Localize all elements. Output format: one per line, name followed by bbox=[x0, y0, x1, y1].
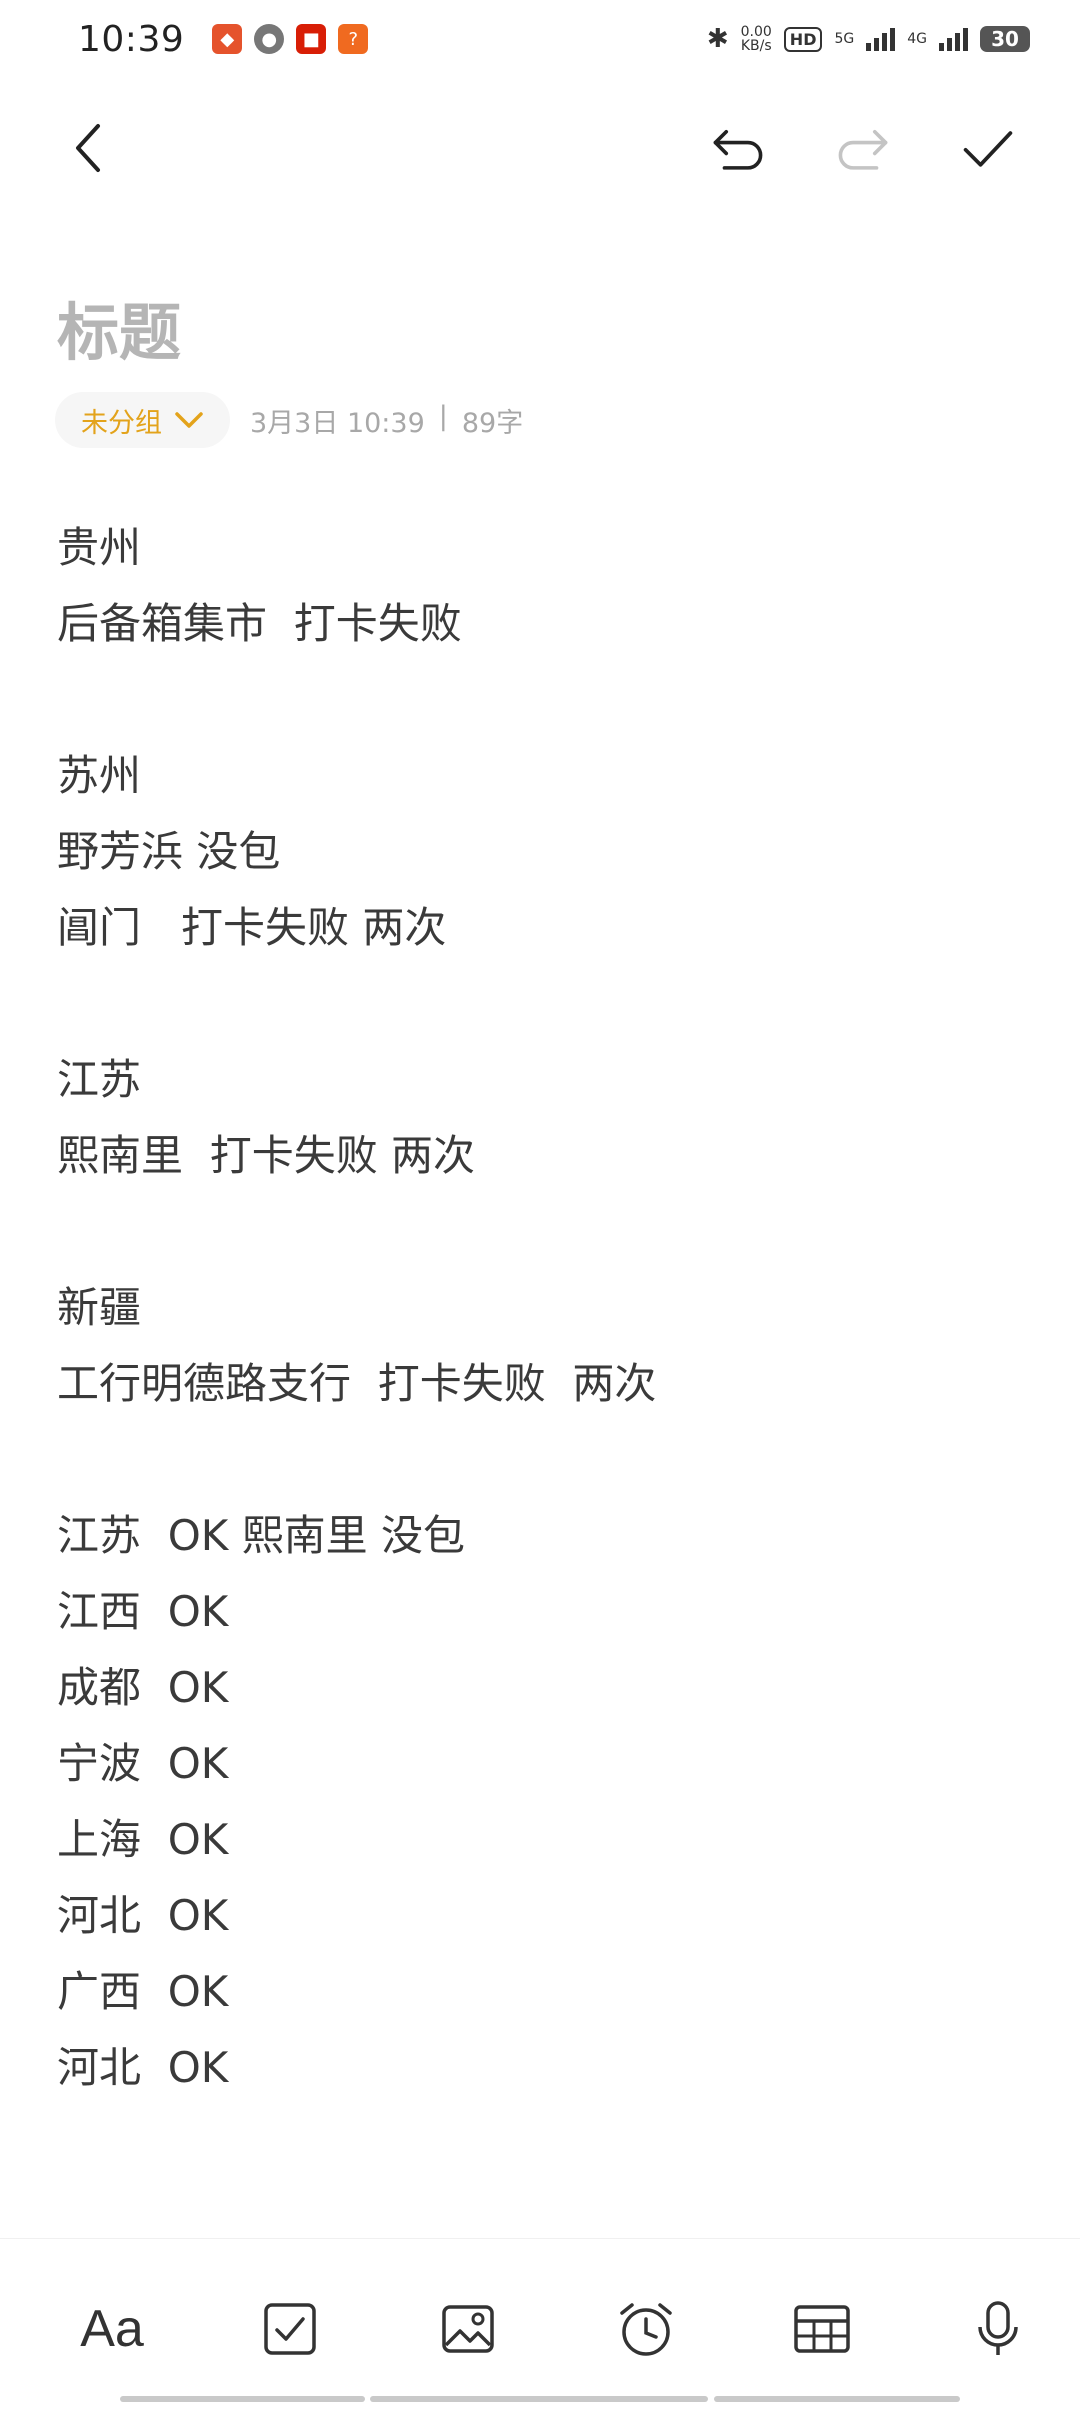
voice-input-button[interactable] bbox=[966, 2297, 1030, 2361]
note-line: 野芳浜 没包 bbox=[57, 827, 281, 876]
done-button[interactable] bbox=[960, 120, 1016, 176]
note-line: 江苏 OK 熙南里 没包 bbox=[57, 1511, 466, 1560]
meta-separator: | bbox=[438, 400, 448, 432]
message-icon: ● bbox=[254, 24, 285, 54]
note-line: 贵州 bbox=[57, 523, 142, 572]
note-meta: 未分组 3月3日 10:39 | 89字 bbox=[55, 392, 523, 448]
note-line: 河北 OK bbox=[57, 2043, 229, 2092]
microphone-icon bbox=[978, 2301, 1018, 2355]
note-line: 上海 OK bbox=[57, 1815, 229, 1864]
group-selector[interactable]: 未分组 bbox=[55, 392, 230, 448]
note-line: 熙南里 打卡失败 两次 bbox=[57, 1131, 476, 1180]
note-line: 苏州 bbox=[57, 751, 142, 800]
battery-icon: 30 bbox=[980, 26, 1030, 52]
chevron-down-icon bbox=[175, 412, 203, 428]
note-date: 3月3日 10:39 bbox=[250, 407, 425, 439]
table-icon bbox=[794, 2305, 850, 2353]
nav-indicator bbox=[370, 2396, 708, 2402]
image-icon bbox=[442, 2305, 494, 2353]
font-style-icon: Aa bbox=[80, 2300, 144, 2358]
app-notification-icon: ■ bbox=[296, 24, 327, 54]
network-speed: 0.00 KB/s bbox=[740, 24, 772, 54]
note-line: 江西 OK bbox=[57, 1587, 229, 1636]
checklist-icon bbox=[264, 2303, 316, 2355]
note-line: 阊门 打卡失败 两次 bbox=[57, 903, 447, 952]
status-time: 10:39 bbox=[78, 18, 185, 60]
status-bar: 10:39 ◆ ● ■ ? ✱ 0.00 KB/s HD 5G 4G 30 bbox=[0, 0, 1080, 78]
alarm-icon bbox=[620, 2303, 672, 2356]
reminder-button[interactable] bbox=[614, 2297, 678, 2361]
undo-button[interactable] bbox=[710, 120, 766, 176]
note-line bbox=[57, 1422, 1037, 1498]
signal-icon bbox=[866, 27, 896, 51]
redo-icon bbox=[838, 129, 888, 170]
format-toolbar: Aa bbox=[0, 2238, 1080, 2409]
note-line: 河北 OK bbox=[57, 1891, 229, 1940]
redo-button[interactable] bbox=[835, 120, 891, 176]
editor-toolbar bbox=[0, 100, 1080, 190]
note-line: 宁波 OK bbox=[57, 1739, 229, 1788]
note-line: 江苏 bbox=[57, 1055, 142, 1104]
note-line: 成都 OK bbox=[57, 1663, 229, 1712]
signal-icon bbox=[939, 27, 968, 51]
font-style-button[interactable]: Aa bbox=[80, 2297, 144, 2361]
note-title-input[interactable]: 标题 bbox=[57, 282, 181, 372]
note-line: 后备箱集市 打卡失败 bbox=[57, 599, 462, 648]
group-label: 未分组 bbox=[81, 407, 162, 439]
note-body-editor[interactable]: 贵州 后备箱集市 打卡失败 苏州 野芳浜 没包 阊门 打卡失败 两次 江苏 熙南… bbox=[57, 510, 1037, 2106]
note-line: 工行明德路支行 打卡失败 两次 bbox=[57, 1359, 657, 1408]
back-button[interactable] bbox=[60, 120, 116, 176]
note-line bbox=[57, 1194, 1037, 1270]
note-line: 广西 OK bbox=[57, 1967, 229, 2016]
notification-icons: ◆ ● ■ ? bbox=[212, 24, 369, 54]
insert-image-button[interactable] bbox=[436, 2297, 500, 2361]
app-notification-icon: ◆ bbox=[212, 24, 243, 54]
check-icon bbox=[963, 131, 1013, 167]
hd-badge: HD bbox=[783, 26, 823, 52]
checklist-button[interactable] bbox=[258, 2297, 322, 2361]
char-count: 89字 bbox=[461, 407, 524, 439]
chevron-left-icon bbox=[76, 124, 100, 172]
nav-indicator bbox=[120, 2396, 365, 2402]
note-line bbox=[57, 662, 1037, 738]
note-line: 新疆 bbox=[57, 1283, 142, 1332]
app-notification-icon: ? bbox=[338, 24, 369, 54]
sim1-label: 5G bbox=[834, 31, 855, 47]
undo-icon bbox=[713, 129, 763, 170]
insert-table-button[interactable] bbox=[790, 2297, 854, 2361]
sim2-label: 4G bbox=[907, 31, 927, 47]
note-line bbox=[57, 966, 1037, 1042]
bluetooth-icon: ✱ bbox=[706, 24, 729, 54]
nav-indicator bbox=[714, 2396, 960, 2402]
